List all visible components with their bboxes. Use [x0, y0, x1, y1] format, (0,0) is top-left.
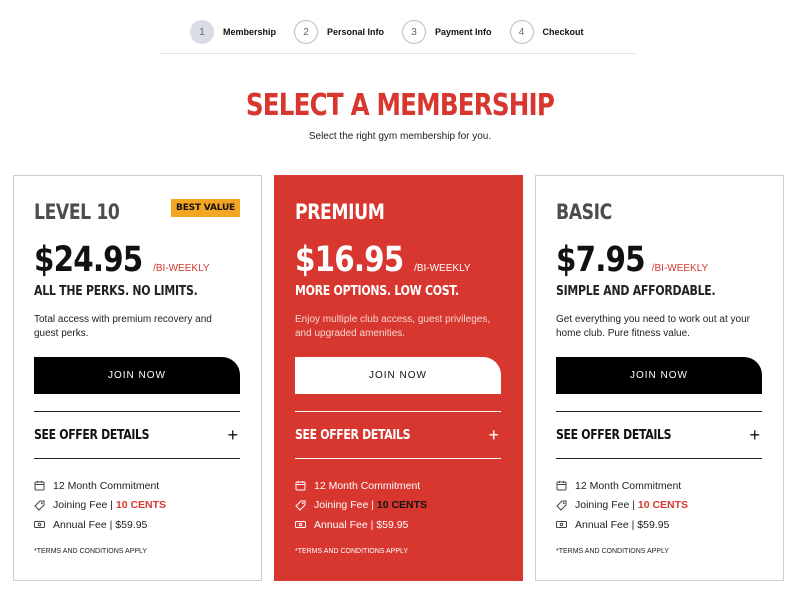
commitment-text: 12 Month Commitment [314, 479, 421, 492]
step-checkout[interactable]: 4 Checkout [509, 18, 584, 46]
plan-features: 12 Month Commitment Joining Fee | 10 CEN… [556, 476, 688, 535]
plan-description: Total access with premium recovery and g… [34, 314, 212, 339]
feature-annual-fee: Annual Fee | $59.95 [556, 515, 688, 535]
join-now-button[interactable]: JOIN NOW [295, 357, 501, 394]
feature-joining-fee: Joining Fee | 10 CENTS [295, 496, 427, 516]
page-title: SELECT A MEMBERSHIP [245, 88, 555, 123]
plus-icon: + [227, 425, 238, 445]
step-label: Checkout [542, 27, 584, 37]
step-personal-info[interactable]: 2 Personal Info [294, 18, 384, 46]
step-label: Payment Info [435, 27, 492, 37]
price-row: $16.95 /BI-WEEKLY [295, 240, 471, 280]
joining-fee-value: 10 CENTS [637, 499, 689, 512]
plan-name: BASIC [556, 200, 612, 224]
plan-description: Get everything you need to work out at y… [556, 314, 750, 339]
tag-icon [556, 500, 567, 511]
plan-price: $24.95 [34, 240, 143, 280]
terms-note: *TERMS AND CONDITIONS APPLY [295, 548, 409, 555]
billing-period: /BI-WEEKLY [153, 263, 210, 274]
offer-details-label: SEE OFFER DETAILS [556, 427, 672, 443]
step-number: 2 [294, 20, 319, 44]
join-now-button[interactable]: JOIN NOW [556, 357, 762, 394]
plan-tagline: ALL THE PERKS. NO LIMITS. [34, 284, 198, 299]
feature-joining-fee: Joining Fee | 10 CENTS [34, 496, 166, 516]
feature-commitment: 12 Month Commitment [295, 476, 427, 496]
plan-price: $16.95 [295, 240, 404, 280]
annual-fee-text: Annual Fee | $59.95 [314, 518, 409, 531]
billing-period: /BI-WEEKLY [414, 263, 471, 274]
best-value-badge: BEST VALUE [171, 199, 240, 217]
joining-fee-label: Joining Fee | [575, 499, 635, 512]
money-icon [295, 521, 306, 529]
joining-fee-label: Joining Fee | [53, 499, 113, 512]
plan-price: $7.95 [556, 240, 646, 280]
see-offer-details-toggle[interactable]: SEE OFFER DETAILS + [295, 411, 501, 459]
terms-note: *TERMS AND CONDITIONS APPLY [556, 548, 670, 555]
calendar-icon [556, 481, 567, 491]
joining-fee-value: 10 CENTS [376, 499, 428, 512]
step-payment-info[interactable]: 3 Payment Info [402, 18, 492, 46]
plan-card-premium: PREMIUM $16.95 /BI-WEEKLY MORE OPTIONS. … [274, 175, 523, 581]
tag-icon [295, 500, 306, 511]
price-row: $24.95 /BI-WEEKLY [34, 240, 210, 280]
step-label: Membership [223, 27, 277, 37]
feature-commitment: 12 Month Commitment [34, 476, 166, 496]
plan-tagline: MORE OPTIONS. LOW COST. [295, 284, 459, 299]
calendar-icon [34, 481, 45, 491]
calendar-icon [295, 481, 306, 491]
joining-fee-value: 10 CENTS [115, 499, 167, 512]
step-number: 3 [402, 20, 427, 44]
plan-features: 12 Month Commitment Joining Fee | 10 CEN… [34, 476, 166, 535]
money-icon [556, 521, 567, 529]
commitment-text: 12 Month Commitment [575, 479, 682, 492]
terms-note: *TERMS AND CONDITIONS APPLY [34, 548, 148, 555]
feature-joining-fee: Joining Fee | 10 CENTS [556, 496, 688, 516]
tag-icon [34, 500, 45, 511]
joining-fee-label: Joining Fee | [314, 499, 374, 512]
plan-features: 12 Month Commitment Joining Fee | 10 CEN… [295, 476, 427, 535]
offer-details-label: SEE OFFER DETAILS [295, 427, 411, 443]
price-row: $7.95 /BI-WEEKLY [556, 240, 708, 280]
money-icon [34, 521, 45, 529]
step-number: 4 [509, 20, 534, 44]
checkout-stepper: 1 Membership 2 Personal Info 3 Payment I… [160, 18, 636, 54]
step-number: 1 [190, 20, 214, 44]
step-membership[interactable]: 1 Membership [190, 18, 276, 46]
plan-name: LEVEL 10 [34, 200, 120, 224]
plus-icon: + [749, 425, 760, 445]
billing-period: /BI-WEEKLY [651, 263, 709, 274]
feature-commitment: 12 Month Commitment [556, 476, 688, 496]
feature-annual-fee: Annual Fee | $59.95 [295, 515, 427, 535]
join-now-button[interactable]: JOIN NOW [34, 357, 240, 394]
page-subtitle: Select the right gym membership for you. [308, 131, 492, 142]
plan-description: Enjoy multiple club access, guest privil… [295, 314, 491, 339]
see-offer-details-toggle[interactable]: SEE OFFER DETAILS + [34, 411, 240, 459]
feature-annual-fee: Annual Fee | $59.95 [34, 515, 166, 535]
plan-tagline: SIMPLE AND AFFORDABLE. [556, 284, 716, 299]
plus-icon: + [488, 425, 499, 445]
plan-name: PREMIUM [295, 200, 385, 224]
annual-fee-text: Annual Fee | $59.95 [53, 518, 148, 531]
plan-card-level-10: LEVEL 10 BEST VALUE $24.95 /BI-WEEKLY AL… [13, 175, 262, 581]
commitment-text: 12 Month Commitment [53, 479, 160, 492]
offer-details-label: SEE OFFER DETAILS [34, 427, 150, 443]
plan-card-basic: BASIC $7.95 /BI-WEEKLY SIMPLE AND AFFORD… [535, 175, 784, 581]
see-offer-details-toggle[interactable]: SEE OFFER DETAILS + [556, 411, 762, 459]
annual-fee-text: Annual Fee | $59.95 [575, 518, 670, 531]
step-label: Personal Info [327, 27, 385, 37]
